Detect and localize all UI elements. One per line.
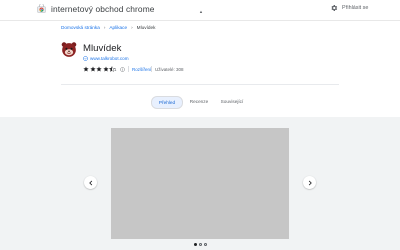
star-full-icon [96, 66, 102, 72]
chrome-web-store-logo[interactable] [37, 4, 46, 13]
breadcrumb-current: Mluvídek [136, 25, 156, 30]
breadcrumb-separator: › [103, 25, 106, 30]
extension-icon [61, 42, 77, 57]
pagination-dot[interactable] [199, 243, 202, 246]
extension-name: Mluvídek [83, 43, 122, 54]
gear-icon[interactable] [330, 4, 338, 12]
verified-site-icon [83, 56, 88, 61]
breadcrumb-home[interactable]: Domovská stránka [61, 25, 100, 30]
previous-slide-button[interactable] [84, 176, 97, 189]
breadcrumb-separator: › [131, 25, 133, 30]
star-full-icon [103, 66, 109, 72]
website-link[interactable]: www.talkrobot.com [90, 56, 129, 61]
category-link[interactable]: Rozšíření [132, 67, 151, 72]
chevron-right-icon [308, 180, 312, 185]
signin-link[interactable]: Přihlásit se [342, 5, 368, 11]
breadcrumb: Domovská stránka › Aplikace › Mluvídek [61, 25, 155, 30]
top-bar: internetový obchod chrome ▲ Přihlásit se [0, 0, 400, 21]
rating-count: 1 [114, 67, 117, 72]
next-slide-button[interactable] [303, 176, 316, 189]
pagination-dot[interactable] [194, 243, 197, 246]
divider [128, 66, 129, 72]
chevron-left-icon [88, 180, 92, 185]
tab-overview[interactable]: Přehled [151, 96, 183, 109]
gallery-pagination [194, 243, 207, 246]
screenshot-image [111, 128, 289, 239]
caret-icon: ▲ [199, 9, 203, 14]
star-full-icon [83, 66, 89, 72]
tab-related[interactable]: Související [216, 96, 248, 107]
breadcrumb-apps[interactable]: Aplikace [109, 25, 127, 30]
tab-reviews[interactable]: Recenze [186, 96, 212, 107]
section-divider [61, 84, 339, 85]
rating-stars[interactable] [83, 66, 116, 72]
star-full-icon [89, 66, 96, 72]
user-count: Uživatelé: 308 [155, 67, 184, 72]
divider [151, 66, 152, 72]
store-title[interactable]: internetový obchod chrome [51, 4, 155, 14]
info-icon[interactable] [120, 66, 125, 72]
pagination-dot[interactable] [204, 243, 207, 246]
